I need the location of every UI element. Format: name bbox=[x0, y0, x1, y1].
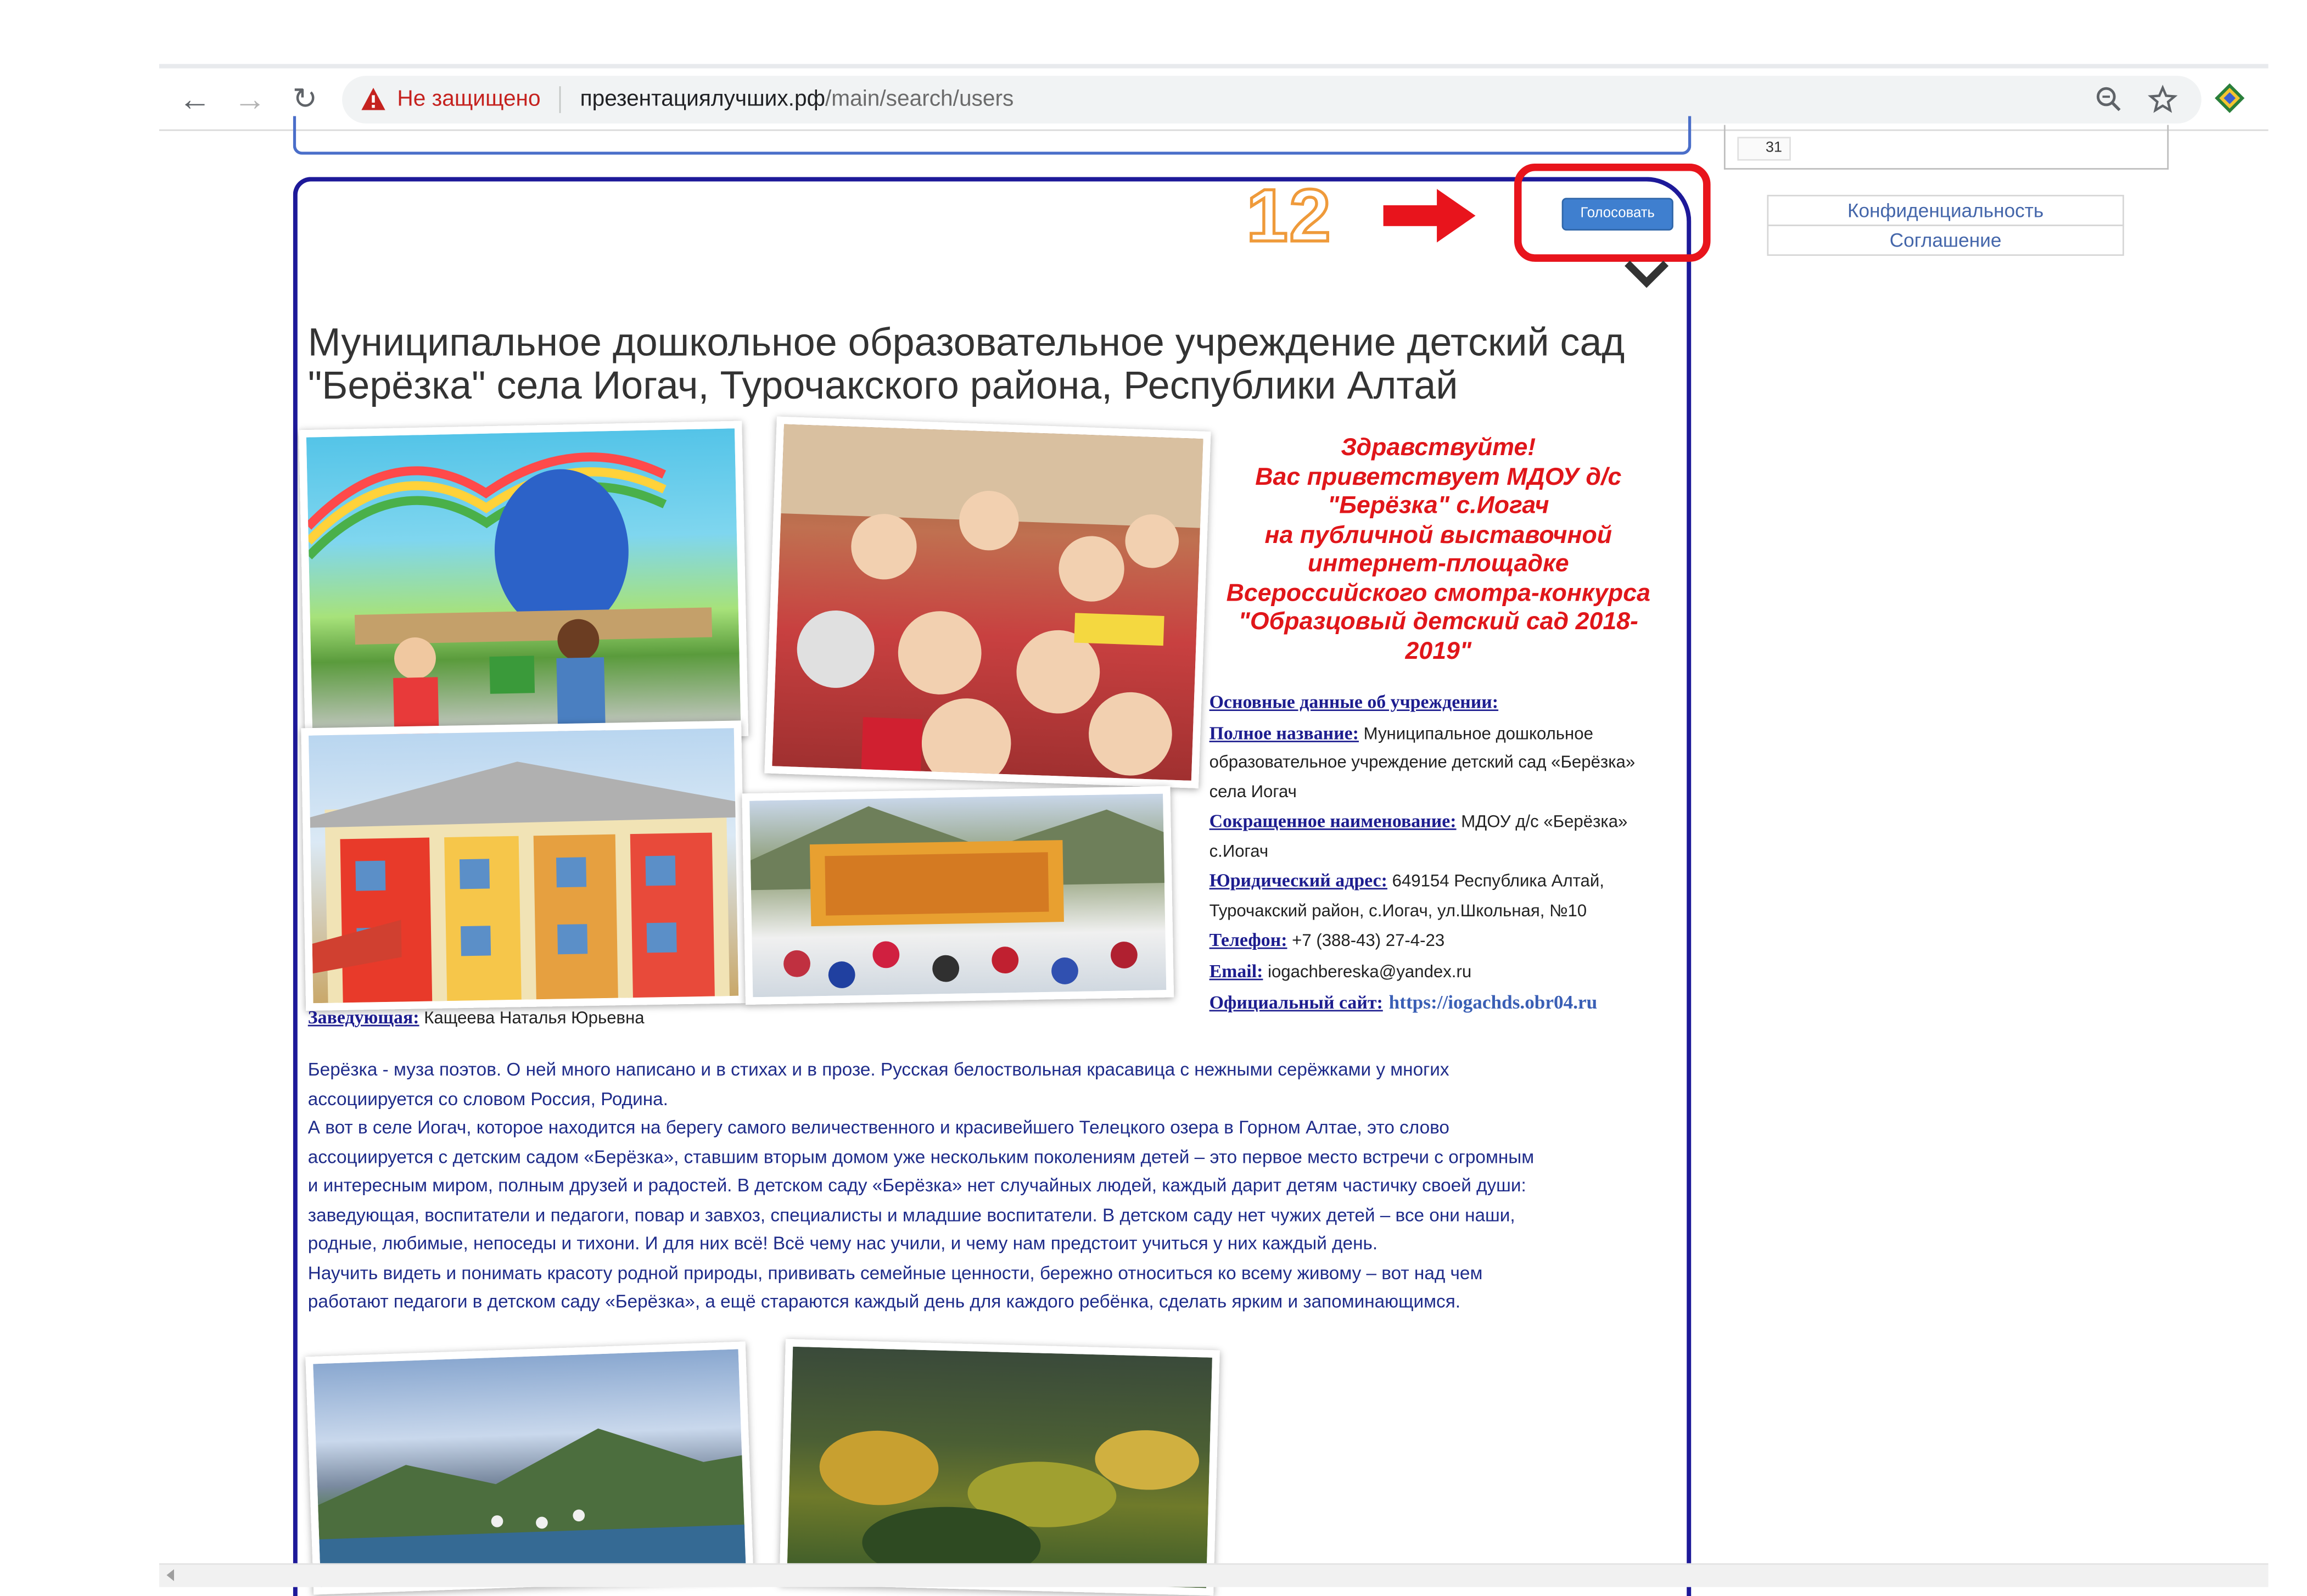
calendar-widget: 31 bbox=[1723, 125, 2169, 170]
description-line: ассоциируется с детским садом «Берёзка»,… bbox=[307, 1146, 1535, 1167]
children-photo bbox=[764, 416, 1211, 788]
short-name-value: с.Иогач bbox=[1209, 842, 1269, 861]
description-line: Берёзка - муза поэтов. О ней много напис… bbox=[307, 1059, 1449, 1080]
address-value: Турочакский район, с.Иогач, ул.Школьная,… bbox=[1209, 902, 1587, 920]
horizontal-scrollbar[interactable] bbox=[159, 1563, 2269, 1587]
omnibox-separator bbox=[559, 86, 561, 113]
short-name-value: МДОУ д/с «Берёзка» bbox=[1456, 813, 1628, 832]
description-line: работают педагоги в детском саду «Берёзк… bbox=[307, 1291, 1461, 1312]
lake-photo bbox=[305, 1341, 754, 1595]
lake-photo-art bbox=[318, 1428, 754, 1595]
description-line: А вот в селе Иогач, которое находится на… bbox=[307, 1117, 1449, 1138]
site-label: Официальный сайт: bbox=[1209, 992, 1383, 1013]
greeting-line: интернет-площадке bbox=[1307, 550, 1569, 578]
title-line-2: "Берёзка" села Иогач, Турочакского район… bbox=[307, 363, 1458, 408]
agreement-link[interactable]: Соглашение bbox=[1767, 225, 2124, 256]
description-text: Берёзка - муза поэтов. О ней много напис… bbox=[308, 1056, 1684, 1317]
security-label[interactable]: Не защищено bbox=[397, 86, 540, 111]
chevron-down-icon[interactable] bbox=[1623, 257, 1671, 290]
step-number-annotation: 12 bbox=[1245, 172, 1332, 259]
classroom-photo-art bbox=[305, 452, 713, 745]
head-label: Заведующая: bbox=[307, 1007, 419, 1028]
scroll-left-icon[interactable] bbox=[166, 1569, 174, 1581]
greeting-line: на публичной выставочной bbox=[1264, 521, 1612, 548]
greeting-text: Здравствуйте! Вас приветствует МДОУ д/с … bbox=[1214, 434, 1663, 667]
privacy-link[interactable]: Конфиденциальность bbox=[1767, 194, 2124, 226]
greeting-line: "Берёзка" с.Иогач bbox=[1328, 492, 1549, 519]
calendar-day-cell[interactable]: 31 bbox=[1737, 137, 1791, 161]
description-line: Научить видеть и понимать красоту родной… bbox=[307, 1262, 1483, 1283]
url-path: /main/search/users bbox=[825, 86, 1014, 112]
tab-strip-edge bbox=[159, 64, 2269, 69]
classroom-photo bbox=[299, 421, 749, 746]
back-arrow-icon[interactable]: ← bbox=[176, 80, 214, 119]
previous-card-edge bbox=[293, 116, 1692, 155]
red-arrow-icon bbox=[1383, 189, 1476, 243]
children-photo-art bbox=[781, 424, 1211, 788]
winter-event-photo bbox=[742, 786, 1174, 1005]
vote-button[interactable]: Голосовать bbox=[1561, 198, 1673, 231]
full-name-value: села Иогач bbox=[1209, 783, 1297, 801]
greeting-line: Всероссийского смотра-конкурса bbox=[1226, 579, 1650, 606]
title-line-1: Муниципальное дошкольное образовательное… bbox=[307, 320, 1625, 365]
short-name-label: Сокращенное наименование: bbox=[1209, 810, 1457, 832]
url-host: презентациялучших.рф bbox=[580, 86, 826, 112]
description-line: и интересным миром, полным друзей и радо… bbox=[307, 1175, 1526, 1196]
phone-value: +7 (388-43) 27-4-23 bbox=[1287, 932, 1445, 951]
site-link[interactable]: https://iogachds.obr04.ru bbox=[1389, 990, 1598, 1013]
greeting-line: Вас приветствует МДОУ д/с bbox=[1255, 463, 1622, 490]
extension-icon[interactable] bbox=[2212, 80, 2248, 116]
description-line: родные, любимые, непоседы и тихони. И дл… bbox=[307, 1233, 1378, 1254]
institution-info: Основные данные об учреждении: Полное на… bbox=[1210, 688, 1683, 1020]
email-value: iogachbereska@yandex.ru bbox=[1263, 963, 1472, 981]
forest-photo bbox=[779, 1339, 1220, 1596]
reload-icon[interactable]: ↻ bbox=[285, 80, 324, 119]
address-label: Юридический адрес: bbox=[1209, 870, 1387, 891]
email-label: Email: bbox=[1209, 960, 1263, 981]
greeting-line: 2019" bbox=[1405, 637, 1472, 664]
sidebar-links: Конфиденциальность Соглашение bbox=[1767, 194, 2124, 256]
full-name-label: Полное название: bbox=[1209, 722, 1359, 743]
building-photo-art bbox=[310, 761, 742, 1011]
building-photo bbox=[301, 720, 747, 1011]
head-of-institution: Заведующая: Кащеева Наталья Юрьевна bbox=[308, 1007, 645, 1029]
address-value: 649154 Республика Алтай, bbox=[1387, 873, 1604, 891]
winter-event-photo-art bbox=[750, 806, 1174, 988]
description-line: ассоциируется со словом Россия, Родина. bbox=[307, 1088, 668, 1109]
card-title: Муниципальное дошкольное образовательное… bbox=[308, 321, 1684, 407]
greeting-line: Здравствуйте! bbox=[1341, 434, 1536, 461]
warning-icon bbox=[361, 87, 385, 110]
basic-data-label: Основные данные об учреждении: bbox=[1209, 691, 1499, 713]
head-value: Кащеева Наталья Юрьевна bbox=[419, 1010, 645, 1028]
full-name-value: Муниципальное дошкольное bbox=[1358, 725, 1593, 743]
phone-label: Телефон: bbox=[1209, 929, 1287, 951]
zoom-icon[interactable] bbox=[2095, 85, 2124, 114]
forward-arrow-icon[interactable]: → bbox=[231, 80, 269, 119]
star-icon[interactable] bbox=[2148, 85, 2178, 114]
description-line: заведующая, воспитатели и педагоги, пова… bbox=[307, 1204, 1515, 1225]
full-name-value: образовательное учреждение детский сад «… bbox=[1209, 754, 1636, 772]
forest-photo-art bbox=[819, 1430, 1200, 1582]
greeting-line: "Образцовый детский сад 2018- bbox=[1238, 608, 1638, 635]
url-text[interactable]: презентациялучших.рф/main/search/users bbox=[580, 86, 1014, 111]
